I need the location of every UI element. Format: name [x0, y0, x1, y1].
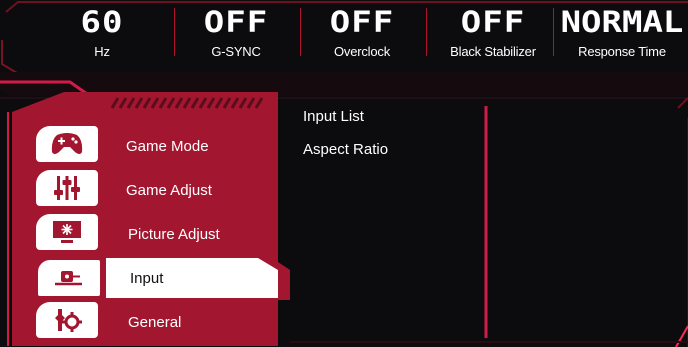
- menu-item-game-mode[interactable]: Game Mode: [0, 124, 278, 166]
- status-divider: [300, 8, 301, 56]
- status-value: NORMAL: [560, 5, 684, 40]
- monitor-icon: [36, 214, 98, 250]
- status-label: Overclock: [334, 44, 390, 59]
- menu-item-label: Game Mode: [126, 138, 209, 155]
- gamepad-icon: [36, 126, 98, 162]
- submenu-item-input-list[interactable]: Input List: [303, 108, 364, 125]
- menu-item-game-adjust[interactable]: Game Adjust: [0, 168, 278, 210]
- menu-item-label: Game Adjust: [126, 182, 212, 199]
- status-value: OFF: [329, 5, 395, 40]
- menu-item-general[interactable]: General: [0, 300, 278, 342]
- sliders-icon: [36, 170, 98, 206]
- menu-item-input[interactable]: Input: [0, 256, 278, 298]
- menu-item-label: Picture Adjust: [128, 226, 220, 243]
- status-label: Response Time: [578, 44, 666, 59]
- menu-item-picture-adjust[interactable]: Picture Adjust: [0, 212, 278, 254]
- menu-item-label: Input: [130, 270, 164, 287]
- menu-item-label: General: [128, 314, 182, 331]
- status-label: Black Stabilizer: [450, 44, 536, 59]
- status-value: OFF: [460, 5, 526, 40]
- input-plug-icon: [36, 258, 102, 298]
- status-response-time: NORMAL Response Time: [556, 0, 688, 72]
- status-overclock: OFF Overclock: [312, 0, 412, 72]
- osd-screen: 60 Hz OFF G-SYNC OFF Overclock OFF Black…: [0, 0, 688, 347]
- wrench-gear-icon: [36, 302, 98, 338]
- status-black-stabilizer: OFF Black Stabilizer: [440, 0, 546, 72]
- status-divider: [553, 8, 554, 56]
- submenu-item-aspect-ratio[interactable]: Aspect Ratio: [303, 141, 388, 158]
- status-divider: [426, 8, 427, 56]
